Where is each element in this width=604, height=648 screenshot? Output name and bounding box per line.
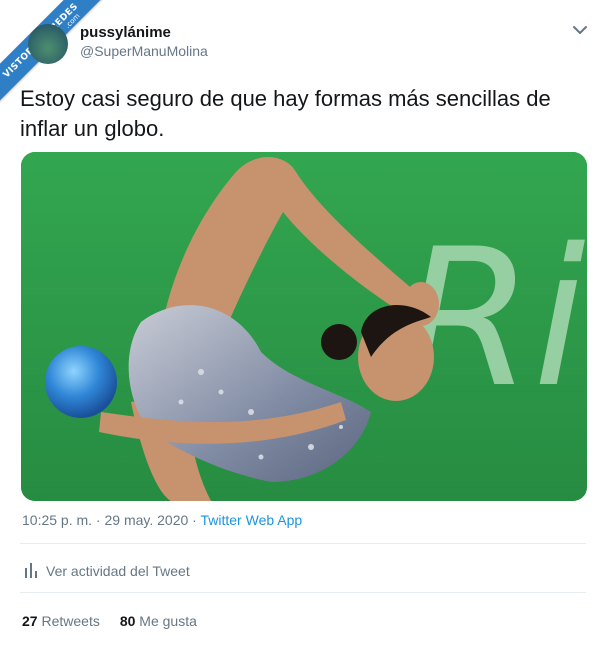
activity-icon[interactable] <box>24 562 38 578</box>
retweets-count: 27 <box>22 613 38 629</box>
retweets-label: Retweets <box>41 613 100 629</box>
tweet-photo[interactable]: Ri <box>21 152 587 501</box>
likes-count: 80 <box>119 613 136 629</box>
photo-illustration: Ri <box>21 152 587 501</box>
view-activity-link[interactable]: Ver actividad del Tweet <box>46 563 190 579</box>
likes-label: Me gusta <box>139 613 197 629</box>
tweet-text: Estoy casi seguro de que hay formas más … <box>20 86 551 141</box>
retweets-stat[interactable]: 27 Retweets <box>22 613 100 629</box>
tweet-timestamp[interactable]: 10:25 p. m. · 29 may. 2020 <box>22 512 188 528</box>
display-name[interactable]: pussylánime <box>80 24 171 41</box>
divider <box>20 543 586 544</box>
likes-stat[interactable]: 80 Me gusta <box>120 613 197 629</box>
tweet-stats: 27 Retweets 80 Me gusta <box>22 613 197 629</box>
tweet-source-link[interactable]: Twitter Web App <box>200 512 302 528</box>
tweet-meta: 10:25 p. m. · 29 may. 2020 · Twitter Web… <box>22 512 302 528</box>
user-handle[interactable]: @SuperManuMolina <box>80 43 208 59</box>
avatar[interactable] <box>28 24 68 64</box>
divider <box>20 592 586 593</box>
chevron-down-icon[interactable] <box>568 18 592 42</box>
meta-separator: · <box>188 512 201 528</box>
